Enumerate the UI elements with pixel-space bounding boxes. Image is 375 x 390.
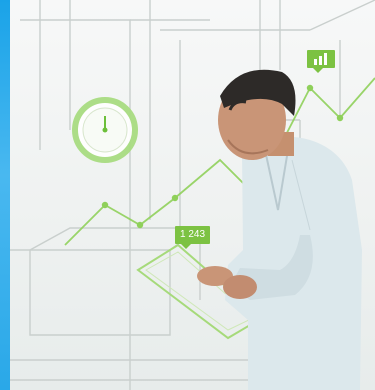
bar-chart-icon [307, 50, 335, 73]
photo-frame: 1 243 [0, 0, 375, 390]
gauge-icon [72, 97, 138, 163]
trend-point [101, 201, 109, 209]
trend-point [336, 114, 344, 122]
technician-scene: 1 243 [10, 0, 375, 390]
blue-side-bar [0, 0, 10, 390]
trend-point [136, 221, 144, 229]
metric-callout: 1 243 [175, 226, 211, 249]
trend-point [306, 84, 314, 92]
trend-point [171, 194, 179, 202]
